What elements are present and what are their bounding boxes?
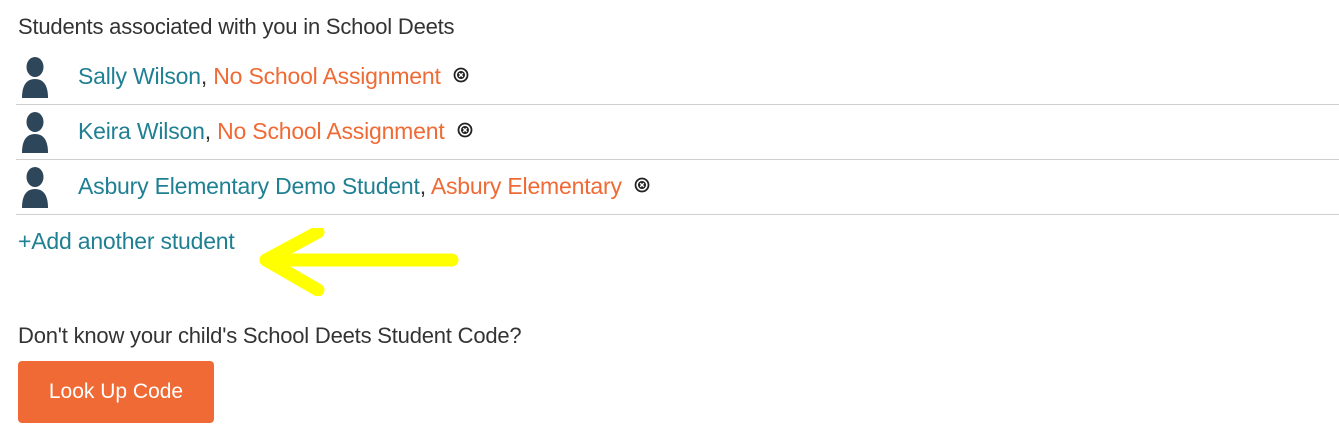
student-list: Sally Wilson, No School Assignment Keira…	[16, 50, 1339, 215]
student-entry: Sally Wilson, No School Assignment	[78, 63, 469, 91]
page: Students associated with you in School D…	[0, 0, 1339, 435]
student-code-prompt: Don't know your child's School Deets Stu…	[18, 323, 522, 348]
separator: ,	[204, 117, 211, 144]
student-row: Keira Wilson, No School Assignment	[16, 105, 1339, 160]
circle-x-icon[interactable]	[453, 62, 469, 89]
student-row: Sally Wilson, No School Assignment	[16, 50, 1339, 105]
separator: ,	[419, 172, 426, 199]
add-another-student-link[interactable]: +Add another student	[18, 228, 235, 255]
circle-x-icon[interactable]	[457, 117, 473, 144]
look-up-code-button[interactable]: Look Up Code	[18, 361, 214, 423]
school-name: No School Assignment	[213, 62, 441, 89]
circle-x-icon[interactable]	[634, 172, 650, 199]
student-name-link[interactable]: Sally Wilson	[78, 63, 201, 89]
student-row: Asbury Elementary Demo Student, Asbury E…	[16, 160, 1339, 215]
student-name-link[interactable]: Keira Wilson	[78, 118, 205, 144]
person-silhouette-icon	[20, 110, 50, 154]
yellow-arrow-left-icon	[258, 225, 464, 301]
school-name: Asbury Elementary	[430, 172, 622, 199]
student-entry: Asbury Elementary Demo Student, Asbury E…	[78, 173, 650, 201]
section-heading: Students associated with you in School D…	[18, 14, 455, 39]
separator: ,	[200, 62, 208, 89]
person-silhouette-icon	[20, 165, 50, 209]
student-entry: Keira Wilson, No School Assignment	[78, 118, 473, 146]
school-name: No School Assignment	[217, 117, 445, 144]
student-name-link[interactable]: Asbury Elementary Demo Student	[78, 173, 420, 199]
person-silhouette-icon	[20, 55, 50, 99]
